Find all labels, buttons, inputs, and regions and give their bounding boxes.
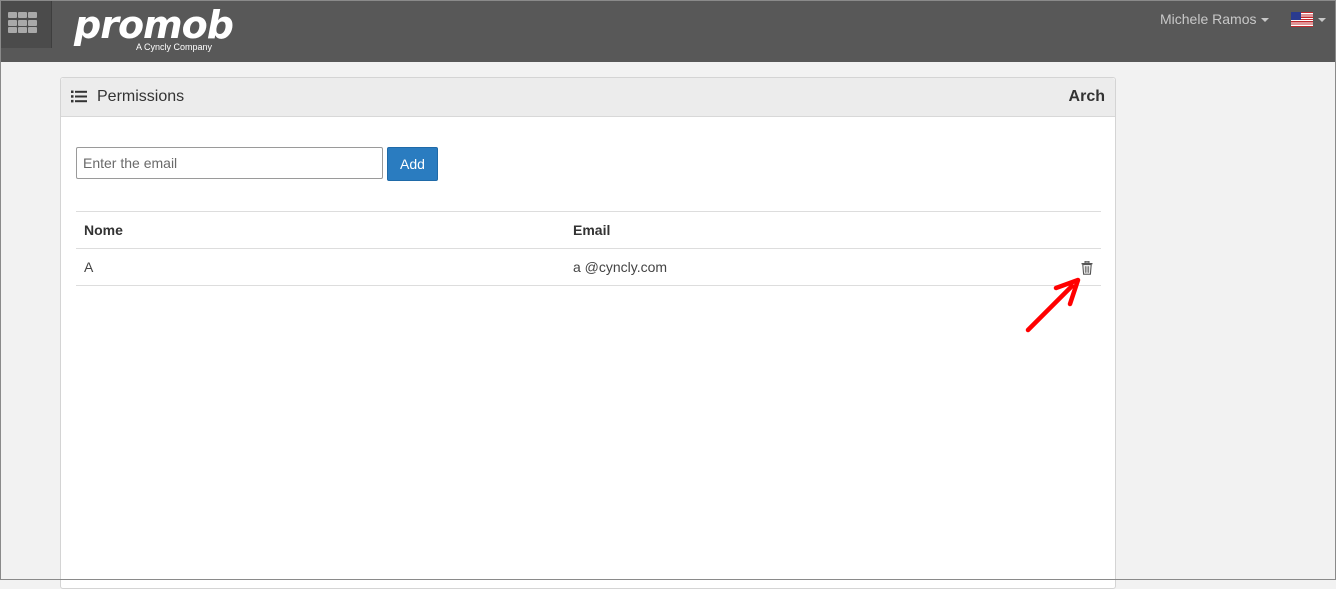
table-row: A a @cyncly.com — [76, 248, 1101, 286]
column-header-actions — [1065, 211, 1101, 249]
column-header-nome: Nome — [76, 211, 565, 249]
permissions-table: Nome Email A a @cyncly.com — [76, 211, 1101, 286]
permissions-panel: Permissions Arch Add Nome Email A a @cyn… — [60, 77, 1116, 589]
promob-logo[interactable]: promob A Cyncly Company — [74, 3, 234, 52]
add-button[interactable]: Add — [387, 147, 438, 181]
trash-icon[interactable] — [1081, 261, 1093, 275]
row-email: a @cyncly.com — [565, 248, 1065, 286]
top-navbar: promob A Cyncly Company Michele Ramos — [1, 1, 1335, 62]
language-menu[interactable] — [1291, 11, 1326, 29]
user-name: Michele Ramos — [1160, 11, 1257, 27]
panel-context-label: Arch — [1068, 88, 1105, 105]
panel-header: Permissions Arch — [61, 78, 1115, 117]
email-input[interactable] — [76, 147, 383, 179]
user-menu[interactable]: Michele Ramos — [1160, 11, 1270, 27]
caret-down-icon — [1318, 17, 1326, 22]
column-header-email: Email — [565, 211, 1065, 249]
logo-wordmark: promob — [74, 3, 234, 47]
row-name: A — [76, 248, 565, 286]
row-actions — [1065, 248, 1101, 286]
apps-grid-icon — [8, 12, 37, 33]
list-icon — [71, 90, 87, 103]
panel-title: Permissions — [97, 88, 185, 105]
logo-tagline: A Cyncly Company — [136, 42, 213, 52]
us-flag-icon — [1291, 12, 1313, 28]
apps-menu-button[interactable] — [1, 1, 52, 48]
caret-down-icon — [1261, 18, 1270, 23]
table-header-row: Nome Email — [76, 211, 1101, 249]
